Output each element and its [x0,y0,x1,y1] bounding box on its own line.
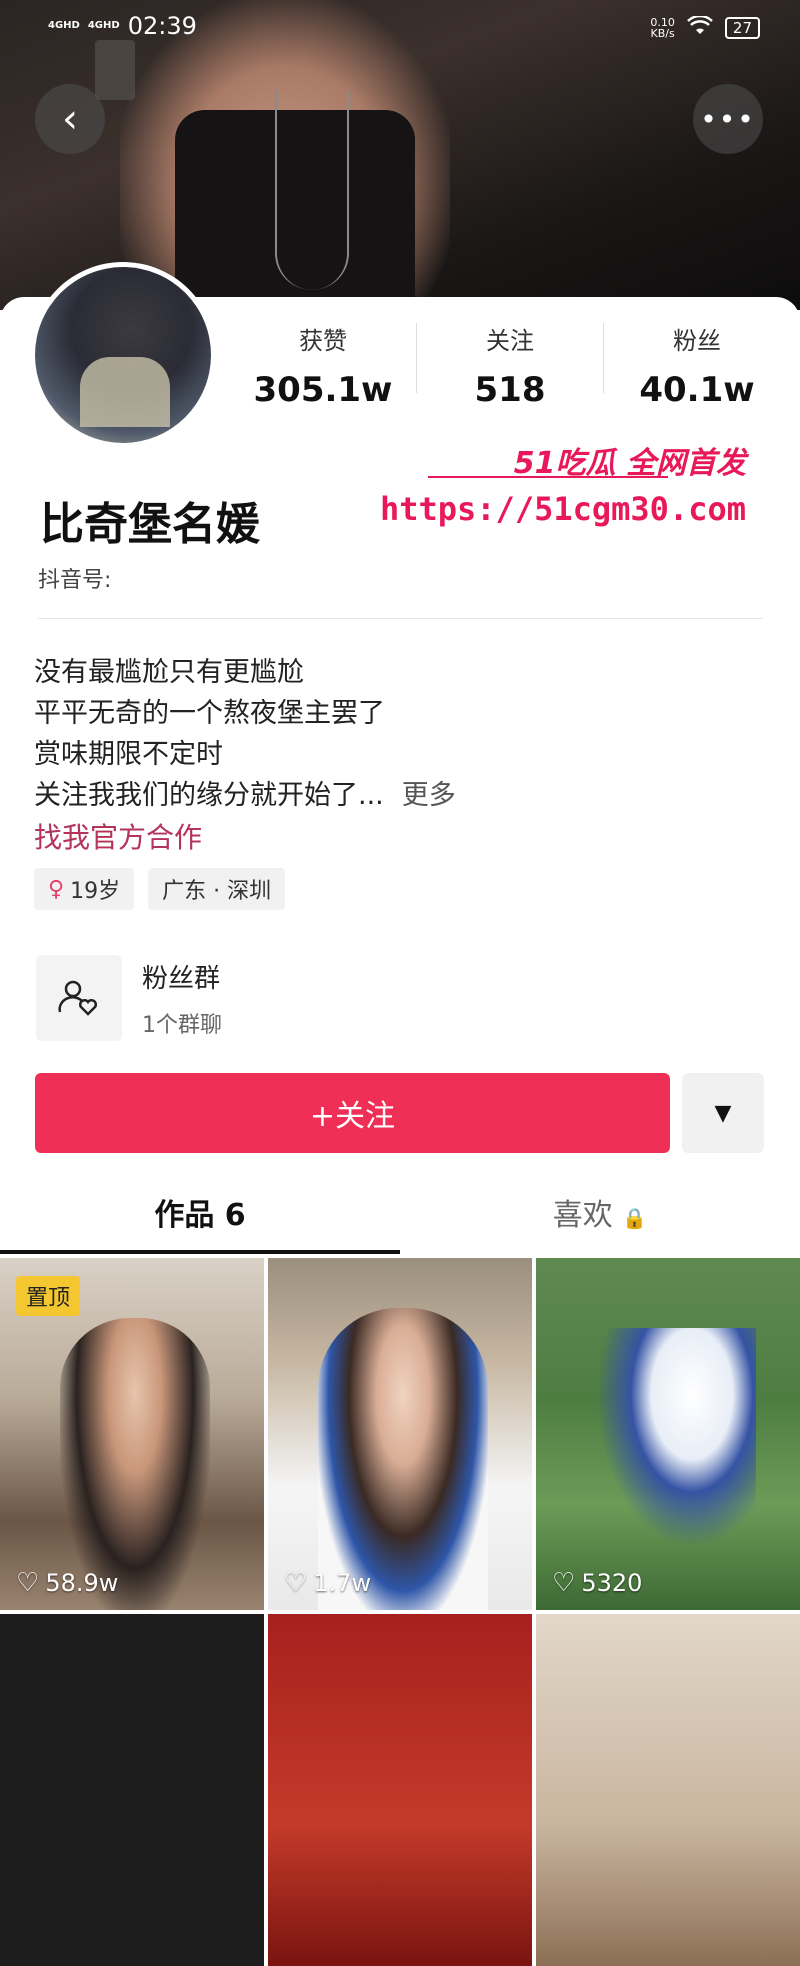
status-bar: 4GHD 4GHD 02:39 0.10 KB/s 27 [0,12,800,52]
profile-tags: ♀ 19岁 广东 · 深圳 [34,868,286,910]
fan-group-title: 粉丝群 [142,963,221,994]
watermark-line [428,476,668,478]
pinned-badge: 置顶 [16,1276,81,1316]
profile-name: 比奇堡名媛 [40,499,260,550]
divider [38,618,763,619]
video-thumb[interactable]: 置顶 ♡ 58.9w [0,1258,264,1610]
fan-group[interactable]: 粉丝群 1个群聊 [36,955,222,1041]
wifi-icon [687,14,713,40]
thumb-figure [596,1328,756,1548]
bio-line-last: 关注我我们的缘分就开始了... 更多 [34,775,456,816]
stat-value: 305.1w [253,370,393,410]
tab-likes-label: 喜欢 [552,1198,613,1233]
avatar-image [35,267,211,443]
watermark: 51吃瓜 全网首发 https://51cgm30.com [380,438,788,538]
video-grid: 置顶 ♡ 58.9w ♡ 1.7w ♡ 5320 [0,1258,800,1966]
fan-group-subtitle: 1个群聊 [142,1012,222,1038]
bio-more-link[interactable]: 更多 [402,780,456,811]
banner-necklace [275,90,349,290]
cooperation-link[interactable]: 找我官方合作 [34,816,202,856]
stat-likes[interactable]: 获赞 305.1w [230,315,416,410]
stat-label: 粉丝 [673,327,721,355]
signal-2: 4GHD [87,20,120,31]
location-tag: 广东 · 深圳 [148,868,286,910]
video-thumb[interactable] [0,1614,264,1966]
bio-line: 赏味期限不定时 [34,739,223,770]
female-icon: ♀ [48,876,65,902]
thumb-figure [60,1318,210,1610]
avatar[interactable] [30,262,216,448]
more-horizontal-icon: ••• [700,102,756,136]
douyin-id[interactable]: 抖音号: [38,562,111,594]
recommend-dropdown-button[interactable]: ▼ [682,1073,764,1153]
video-thumb[interactable]: ♡ 5320 [536,1258,800,1610]
users-heart-icon [36,955,122,1041]
bio-line: 关注我我们的缘分就开始了... [34,780,384,811]
bio-line: 平平无奇的一个熬夜堡主罢了 [34,698,385,729]
tab-underline [0,1250,400,1254]
age-tag: ♀ 19岁 [34,868,135,910]
heart-icon: ♡ [552,1568,576,1598]
stat-value: 40.1w [639,370,755,410]
tab-works[interactable]: 作品 6 [0,1190,400,1234]
signal-1: 4GHD [48,20,80,31]
stat-label: 获赞 [299,327,347,355]
back-button[interactable]: ‹ [35,84,105,154]
stat-followers[interactable]: 粉丝 40.1w [604,315,790,410]
net-speed: 0.10 KB/s [650,17,675,39]
likes-count: 5320 [581,1569,643,1597]
stat-value: 518 [474,370,546,410]
triangle-down-icon: ▼ [714,1100,732,1126]
tab-likes[interactable]: 喜欢 🔒 [400,1190,800,1234]
location-text: 广东 · 深圳 [162,879,272,904]
likes-count: 58.9w [45,1569,119,1597]
net-speed-unit: KB/s [650,27,675,40]
video-thumb[interactable] [536,1614,800,1966]
video-thumb[interactable]: ♡ 1.7w [268,1258,532,1610]
lock-icon: 🔒 [622,1206,648,1230]
stat-label: 关注 [486,327,534,355]
bio-line: 没有最尴尬只有更尴尬 [34,657,304,688]
heart-icon: ♡ [16,1568,40,1598]
more-button[interactable]: ••• [693,84,763,154]
content-tabs: 作品 6 喜欢 🔒 [0,1190,800,1256]
profile-stats: 获赞 305.1w 关注 518 粉丝 40.1w [230,315,790,410]
follow-button[interactable]: +关注 [35,1073,670,1153]
video-likes: ♡ 58.9w [16,1568,118,1598]
clock: 02:39 [127,12,197,40]
chevron-left-icon: ‹ [62,96,78,142]
profile-bio[interactable]: 没有最尴尬只有更尴尬 平平无奇的一个熬夜堡主罢了 赏味期限不定时 关注我我们的缘… [34,652,456,816]
thumb-figure [318,1308,488,1610]
stat-following[interactable]: 关注 518 [417,315,603,410]
age-text: 19岁 [70,879,121,904]
watermark-url: https://51cgm30.com [379,490,746,528]
likes-count: 1.7w [313,1569,372,1597]
video-likes: ♡ 5320 [552,1568,642,1598]
heart-icon: ♡ [284,1568,308,1598]
video-likes: ♡ 1.7w [284,1568,371,1598]
battery-icon: 27 [724,17,760,39]
video-thumb[interactable] [268,1614,532,1966]
